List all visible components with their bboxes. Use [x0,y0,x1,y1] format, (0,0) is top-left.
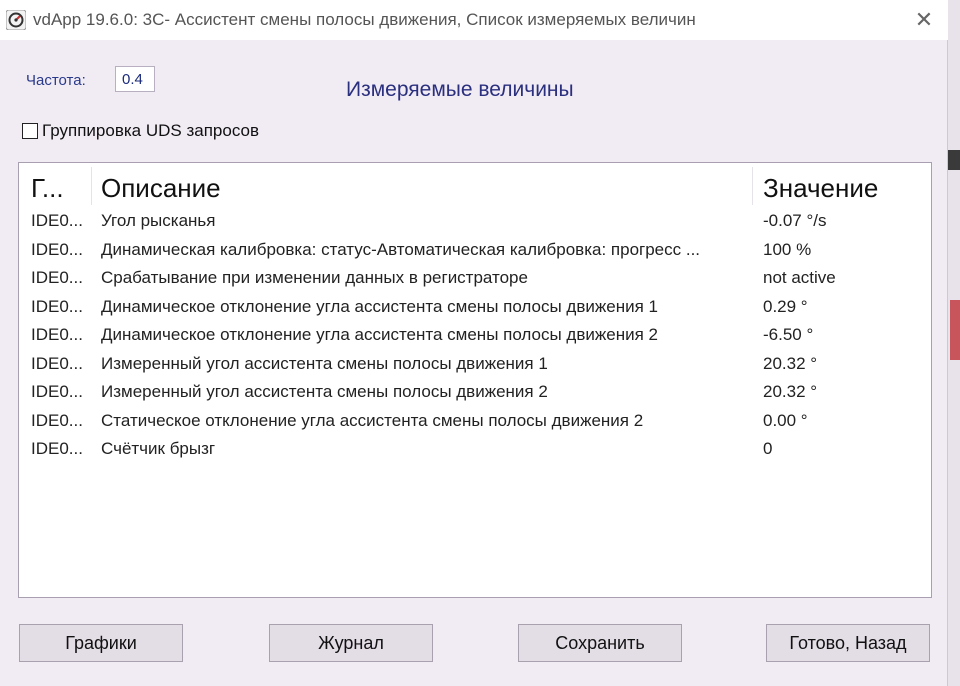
row-description: Угол рысканья [101,211,216,230]
row-value: -6.50 ° [763,325,814,344]
row-value: 0.00 ° [763,410,808,430]
row-group: IDE0... [31,268,83,287]
graphs-button[interactable]: Графики [19,624,183,662]
row-value: 0.29 ° [763,296,808,316]
app-logo-icon [5,9,27,31]
row-value: 100 % [763,239,812,259]
row-group: IDE0... [31,382,83,401]
column-divider[interactable] [91,167,92,205]
close-icon[interactable]: ✕ [908,6,940,34]
row-value: 0 [763,439,773,458]
table-row[interactable]: IDE0... Динамическое отклонение угла асс… [19,293,931,321]
row-value: not active [763,268,836,287]
row-group: IDE0... [31,296,83,316]
checkbox-icon[interactable] [22,123,38,139]
measured-values-list[interactable]: Г... Описание Значение IDE0... Угол рыск… [18,162,932,598]
column-divider[interactable] [752,167,753,205]
done-back-button[interactable]: Готово, Назад [766,624,930,662]
background-window-edge [948,150,960,170]
row-description: Статическое отклонение угла ассистента с… [101,410,644,430]
row-description: Динамическое отклонение угла ассистента … [101,296,658,316]
column-header-group[interactable]: Г... [31,173,64,204]
row-value: 20.32 ° [763,382,818,401]
frequency-input[interactable] [115,66,155,92]
uds-grouping-option[interactable]: Группировка UDS запросов [22,121,259,141]
table-row[interactable]: IDE0... Счётчик брызг 0 [19,435,931,463]
page-title: Измеряемые величины [346,78,574,101]
row-group: IDE0... [31,410,83,430]
save-button[interactable]: Сохранить [518,624,682,662]
table-row[interactable]: IDE0... Измеренный угол ассистента смены… [19,378,931,406]
column-header-value[interactable]: Значение [763,173,878,204]
row-description: Измеренный угол ассистента смены полосы … [101,382,548,401]
row-group: IDE0... [31,439,83,458]
row-group: IDE0... [31,211,83,230]
background-window-edge [950,300,960,360]
row-value: 20.32 ° [763,353,818,373]
row-group: IDE0... [31,325,83,344]
list-header: Г... Описание Значение [19,163,931,209]
column-header-description[interactable]: Описание [101,173,221,204]
row-group: IDE0... [31,353,83,373]
title-bar: vdApp 19.6.0: 3C- Ассистент смены полосы… [0,0,948,40]
table-row[interactable]: IDE0... Угол рысканья -0.07 °/s [19,207,931,235]
main-window: vdApp 19.6.0: 3C- Ассистент смены полосы… [0,0,948,686]
frequency-label: Частота: [26,72,86,89]
row-group: IDE0... [31,239,83,259]
table-row[interactable]: IDE0... Измеренный угол ассистента смены… [19,350,931,378]
table-row[interactable]: IDE0... Динамическое отклонение угла асс… [19,321,931,349]
row-value: -0.07 °/s [763,211,827,230]
row-description: Динамическое отклонение угла ассистента … [101,325,658,344]
row-description: Динамическая калибровка: статус-Автомати… [101,239,701,259]
table-row[interactable]: IDE0... Динамическая калибровка: статус-… [19,236,931,264]
row-description: Счётчик брызг [101,439,216,458]
row-description: Измеренный угол ассистента смены полосы … [101,353,548,373]
background-window-edge [948,0,960,686]
uds-grouping-label: Группировка UDS запросов [42,121,260,140]
row-description: Срабатывание при изменении данных в реги… [101,268,528,287]
journal-button[interactable]: Журнал [269,624,433,662]
window-title: vdApp 19.6.0: 3C- Ассистент смены полосы… [33,10,696,29]
table-row[interactable]: IDE0... Статическое отклонение угла асси… [19,407,931,435]
table-row[interactable]: IDE0... Срабатывание при изменении данны… [19,264,931,292]
